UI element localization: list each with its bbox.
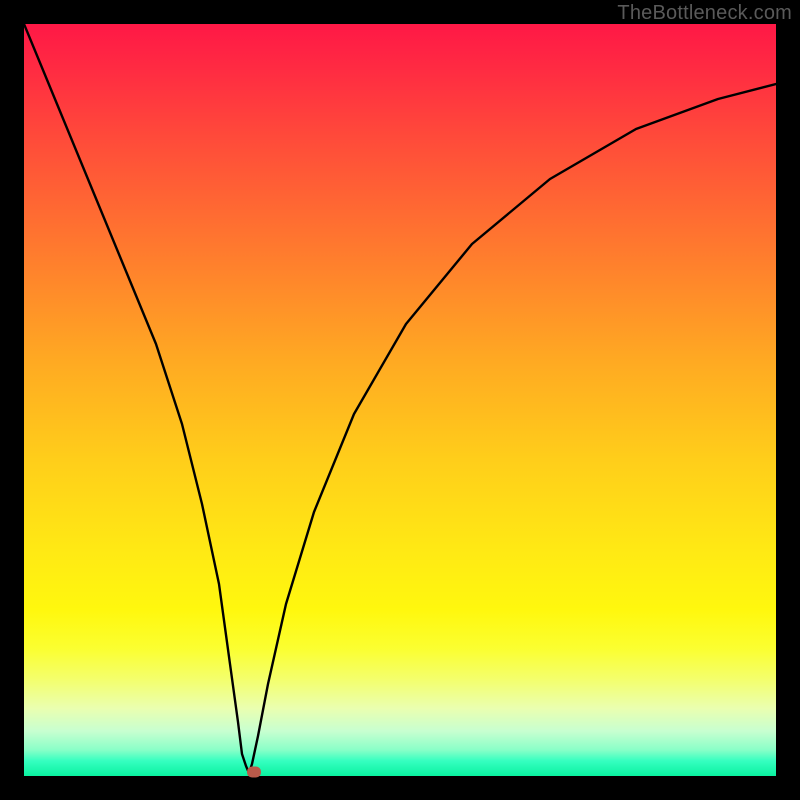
curve-path [24, 24, 776, 773]
optimum-marker [247, 766, 261, 777]
chart-frame: TheBottleneck.com [0, 0, 800, 800]
bottleneck-curve [24, 24, 776, 776]
plot-area [24, 24, 776, 776]
watermark-text: TheBottleneck.com [617, 2, 792, 25]
